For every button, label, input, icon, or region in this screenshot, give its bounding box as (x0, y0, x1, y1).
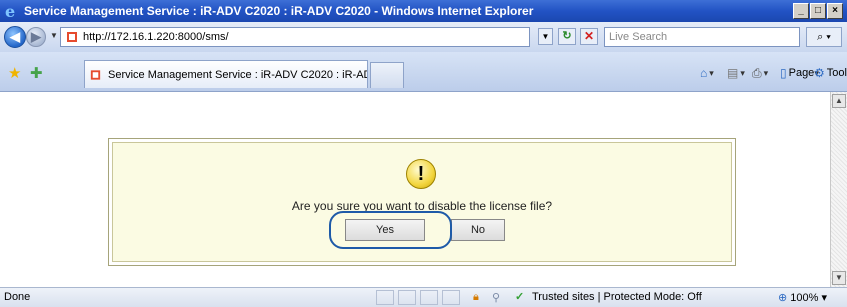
address-url: http://172.16.1.220:8000/sms/ (83, 31, 229, 43)
tab-bar: ★ ✚ Service Management Service : iR-ADV … (0, 52, 847, 92)
tab-label: Service Management Service : iR-ADV C202… (108, 68, 367, 81)
page-menu-label: Page (788, 67, 815, 79)
lock-icon[interactable]: 🔒︎ (473, 291, 479, 304)
back-icon[interactable]: ◀ (4, 26, 26, 48)
tools-icon[interactable]: ⚙Tools (814, 66, 847, 80)
navigation-bar: ◀ ▶ ▼ http://172.16.1.220:8000/sms/ ▼ ↻ … (0, 22, 847, 52)
search-input[interactable]: Live Search (604, 27, 800, 47)
scroll-down-icon[interactable]: ▼ (832, 271, 846, 285)
page-icon (67, 32, 77, 42)
scroll-up-icon[interactable]: ▲ (832, 94, 846, 108)
title-bar: e Service Management Service : iR-ADV C2… (0, 0, 847, 22)
status-segment (420, 290, 438, 305)
svg-text:e: e (5, 3, 15, 19)
minimize-button[interactable]: _ (793, 3, 809, 19)
feeds-icon[interactable]: ▤ ▾ (727, 66, 745, 80)
forward-icon[interactable]: ▶ (26, 27, 46, 47)
status-segment (398, 290, 416, 305)
tools-menu-label: Tools (826, 67, 847, 79)
tab-service-management[interactable]: Service Management Service : iR-ADV C202… (84, 60, 368, 88)
zoom-value: 100% (790, 292, 819, 304)
status-text: Done (4, 291, 31, 303)
new-tab-button[interactable] (370, 62, 404, 88)
confirmation-dialog: ! Are you sure you want to disable the l… (108, 138, 736, 266)
favorites-star-icon[interactable]: ★ (8, 64, 21, 82)
window-title: Service Management Service : iR-ADV C202… (24, 4, 534, 18)
history-dropdown-icon[interactable]: ▼ (50, 31, 58, 40)
zoom-level[interactable]: ⊕ 100% ▾ (778, 291, 827, 304)
dialog-panel: ! Are you sure you want to disable the l… (112, 142, 732, 262)
security-icon[interactable]: ⚲ (492, 291, 500, 304)
stop-icon[interactable]: ✕ (580, 28, 598, 45)
window-controls: _ □ × (793, 3, 843, 19)
address-dropdown-icon[interactable]: ▼ (538, 28, 553, 45)
status-segment (442, 290, 460, 305)
security-zone[interactable]: Trusted sites | Protected Mode: Off (532, 291, 702, 303)
address-field[interactable]: http://172.16.1.220:8000/sms/ (60, 27, 530, 47)
trusted-check-icon: ✓ (515, 291, 525, 303)
zoom-icon: ⊕ (778, 292, 788, 304)
print-icon[interactable]: ⎙ ▾ (752, 66, 768, 81)
search-icon[interactable]: ⌕ ▾ (806, 27, 842, 47)
tab-page-icon (90, 69, 101, 80)
close-button[interactable]: × (827, 3, 843, 19)
add-favorites-icon[interactable]: ✚ (30, 64, 43, 82)
vertical-scrollbar[interactable]: ▲ ▼ (830, 92, 847, 287)
ie-icon: e (5, 3, 15, 19)
page-content: ! Are you sure you want to disable the l… (0, 92, 830, 287)
refresh-icon[interactable]: ↻ (558, 28, 576, 45)
status-segment (376, 290, 394, 305)
warning-icon: ! (406, 159, 436, 189)
no-button[interactable]: No (451, 219, 505, 241)
yes-button-highlight (329, 211, 452, 249)
home-icon[interactable]: ⌂ ▾ (700, 66, 714, 80)
restore-button[interactable]: □ (810, 3, 826, 19)
status-bar: Done 🔒︎ ⚲ ✓ Trusted sites | Protected Mo… (0, 287, 847, 307)
